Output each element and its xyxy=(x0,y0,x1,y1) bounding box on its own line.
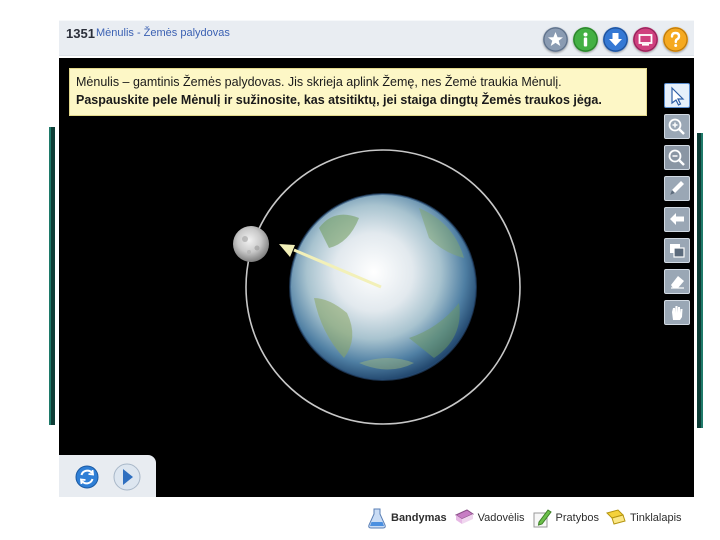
bottom-nav: Bandymas Vadovėlis Pratybos Tinklalapis xyxy=(366,503,682,533)
earth xyxy=(289,193,477,381)
book-icon xyxy=(454,509,474,524)
next-icon[interactable] xyxy=(112,462,142,492)
undo-icon[interactable] xyxy=(664,207,690,232)
title-bar: 1351 Mėnulis - Žemės palydovas xyxy=(59,20,694,56)
pencil-icon xyxy=(533,509,552,528)
control-bar xyxy=(59,455,156,497)
screen-capture-icon[interactable] xyxy=(664,238,690,263)
nav-vadovelis[interactable]: Vadovėlis xyxy=(453,507,525,529)
nav-label: Pratybos xyxy=(555,512,599,524)
web-icon xyxy=(605,509,626,525)
right-frame-bar xyxy=(697,133,703,428)
instruction-note: Mėnulis – gamtinis Žemės palydovas. Jis … xyxy=(69,68,647,116)
nav-label: Vadovėlis xyxy=(477,512,525,524)
download-icon[interactable] xyxy=(603,27,628,52)
nav-pratybos[interactable]: Pratybos xyxy=(531,507,599,529)
help-icon[interactable] xyxy=(663,27,688,52)
reload-icon[interactable] xyxy=(72,462,102,492)
hand-icon[interactable] xyxy=(664,300,690,325)
header-icons xyxy=(543,27,688,52)
info-icon[interactable] xyxy=(573,27,598,52)
flask-icon xyxy=(368,508,386,529)
star-icon[interactable] xyxy=(543,27,568,52)
pointer-icon[interactable] xyxy=(664,83,690,108)
eraser-icon[interactable] xyxy=(664,269,690,294)
instruction-line-2: Paspauskite pele Mėnulį ir sužinosite, k… xyxy=(76,93,602,107)
pen-icon[interactable] xyxy=(664,176,690,201)
nav-bandymas[interactable]: Bandymas xyxy=(366,507,447,529)
lesson-number: 1351 xyxy=(66,26,95,41)
nav-label: Bandymas xyxy=(391,512,447,524)
nav-tinklalapis[interactable]: Tinklalapis xyxy=(605,507,682,529)
tool-palette xyxy=(664,83,690,325)
zoom-in-icon[interactable] xyxy=(664,114,690,139)
instruction-line-1: Mėnulis – gamtinis Žemės palydovas. Jis … xyxy=(76,75,562,89)
nav-label: Tinklalapis xyxy=(629,512,682,524)
orbit-scene xyxy=(233,149,521,425)
zoom-out-icon[interactable] xyxy=(664,145,690,170)
left-frame-bar xyxy=(49,127,55,425)
page-title: Mėnulis - Žemės palydovas xyxy=(96,27,230,39)
screen-icon[interactable] xyxy=(633,27,658,52)
moon[interactable] xyxy=(233,226,269,262)
